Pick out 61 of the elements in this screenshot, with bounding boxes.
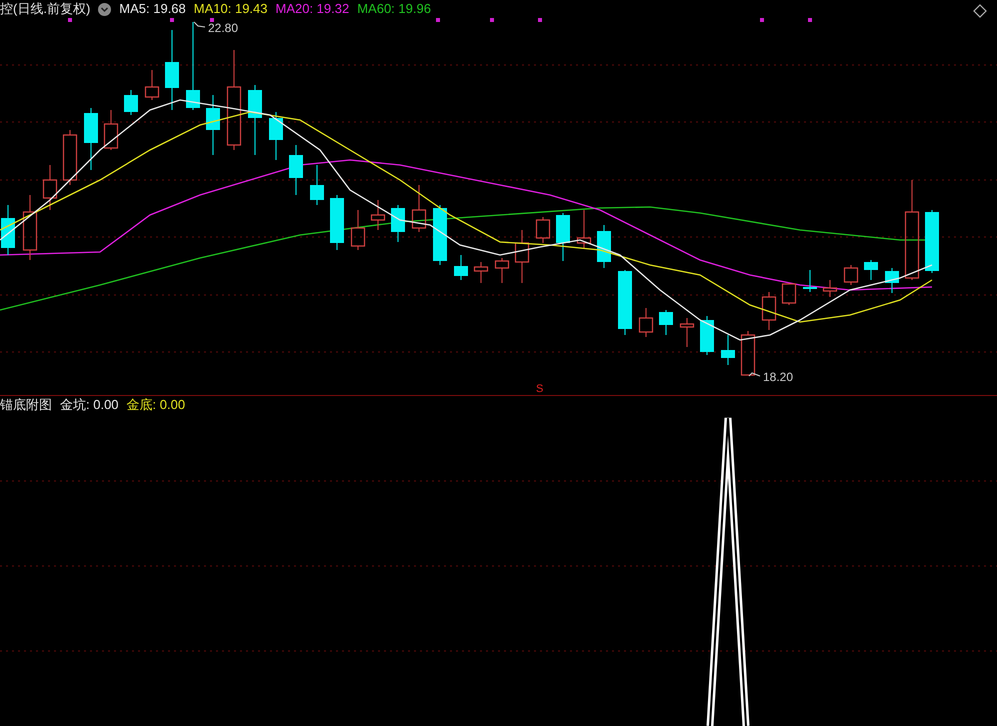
dropdown-icon[interactable] — [98, 2, 112, 16]
candlestick-icon — [864, 260, 878, 280]
candlestick-icon — [62, 130, 78, 186]
candlestick-icon — [104, 110, 118, 150]
indicator-title: 锚底附图 — [0, 398, 52, 412]
candlestick-icon — [822, 280, 838, 298]
candlestick-icon — [42, 164, 58, 210]
sell-signal-label: S — [536, 383, 544, 395]
candlestick-icon — [454, 254, 468, 280]
candlestick-icon — [370, 200, 386, 230]
candlestick-icon — [762, 292, 776, 330]
candlestick-icon — [84, 108, 98, 170]
candlestick-icon — [803, 270, 817, 292]
candlestick-icon — [330, 194, 344, 250]
candlestick-icon — [350, 210, 366, 250]
candlestick-icon — [206, 94, 220, 156]
candlestick-icon — [844, 264, 858, 286]
candlestick-icon — [248, 84, 262, 156]
candlestick-icon — [740, 330, 756, 376]
legend-label: MA60: 19.96 — [357, 2, 431, 16]
candlestick-icon — [597, 224, 611, 268]
candlestick-icon — [186, 22, 200, 110]
legend-label: MA20: 19.32 — [276, 2, 350, 16]
candlestick-icon — [536, 216, 550, 244]
low-price-label: 18.20 — [763, 370, 794, 384]
candlestick-icon — [391, 204, 405, 242]
legend-label: MA5: 19.68 — [119, 2, 186, 16]
candlestick-icon — [638, 308, 654, 338]
leader-line — [194, 22, 206, 28]
candlestick-icon — [700, 316, 714, 356]
candlestick-icon — [576, 210, 592, 248]
candlestick-icon — [782, 282, 796, 306]
candlestick-icon — [618, 270, 632, 336]
candlestick-icon — [310, 164, 324, 206]
candlestick-icon — [556, 212, 570, 262]
candlestick-icon — [721, 334, 735, 366]
diamond-icon[interactable] — [973, 4, 987, 18]
candlestick-icon — [165, 30, 179, 110]
candlestick-icon — [412, 184, 426, 232]
candlestick-icon — [904, 180, 920, 280]
candlestick-icon — [1, 204, 15, 256]
legend-label: MA10: 19.43 — [194, 2, 268, 16]
high-price-label: 22.80 — [208, 21, 238, 35]
legend-label: 金底: 0.00 — [126, 398, 186, 412]
candlestick-icon — [494, 258, 510, 284]
candlestick-icon — [925, 210, 939, 274]
candlestick-icon — [680, 318, 694, 348]
legend-label: 金坑: 0.00 — [60, 398, 119, 412]
candlestick-icon — [144, 70, 160, 100]
leader-line — [748, 372, 760, 376]
candlestick-icon — [289, 144, 303, 196]
candlestick-icon — [269, 112, 283, 160]
candlestick-icon — [885, 268, 899, 294]
candlestick-icon — [474, 262, 488, 284]
chart-title: 控(日线.前复权) — [0, 2, 90, 16]
candlestick-icon — [514, 230, 530, 284]
candlestick-icon — [22, 194, 38, 260]
candlestick-icon — [433, 204, 447, 266]
candlestick-icon — [124, 90, 138, 116]
candlestick-icon — [226, 50, 242, 150]
candlestick-icon — [659, 310, 673, 336]
